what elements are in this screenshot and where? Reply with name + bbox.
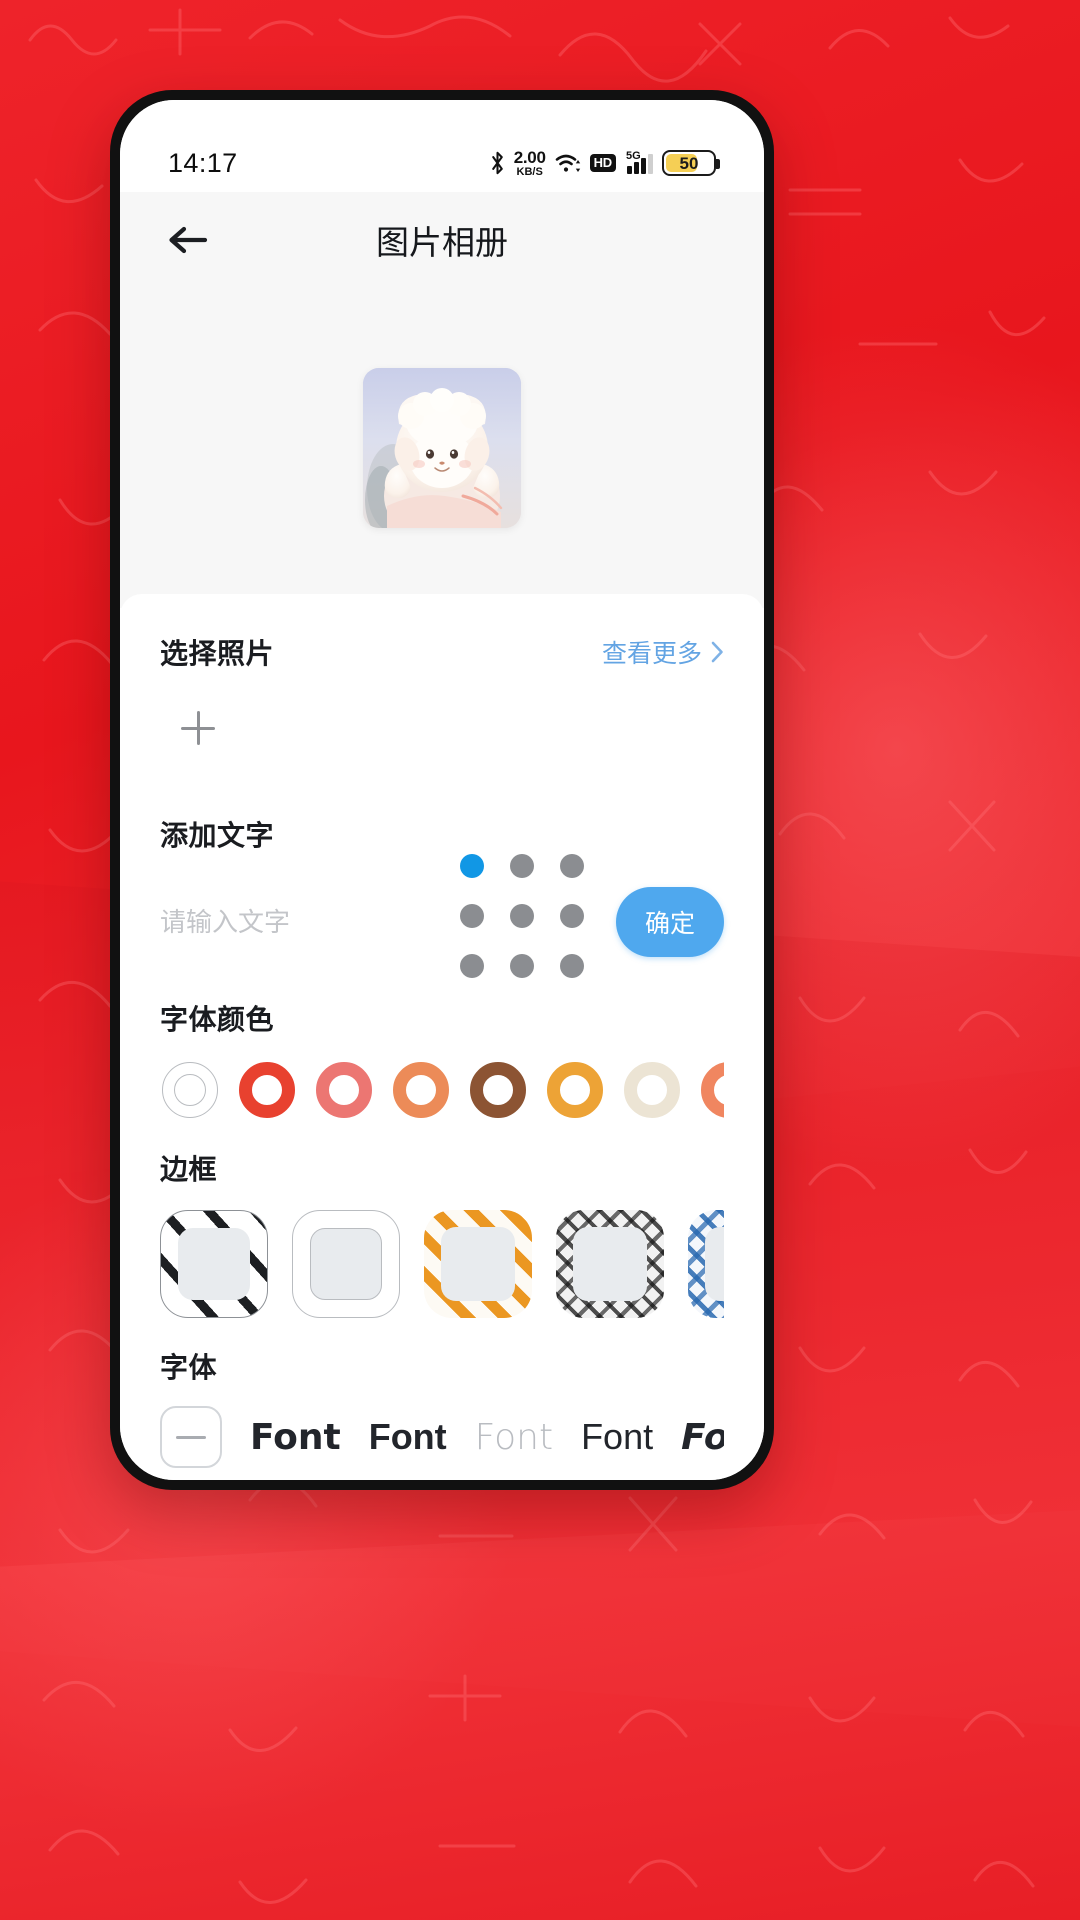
font-option-list[interactable]: Font Font Font Font Font [160,1406,724,1468]
border-option-plaid-blue[interactable] [688,1210,724,1318]
network-speed-indicator: 2.00 KB/S [514,149,546,178]
phone-screen: 14:17 2.00 KB/S HD 5G 50 图片相册 选择照片 查看更多 … [120,100,764,1480]
align-middle-left-dot[interactable] [460,904,484,928]
preview-photo[interactable] [363,368,521,528]
border-option-list[interactable] [160,1210,724,1318]
text-alignment-grid [460,854,584,978]
add-text-section: 添加文字 确定 [160,814,724,978]
color-swatch-cream[interactable] [624,1062,680,1118]
app-bar: 图片相册 [120,192,764,288]
font-option-bold[interactable]: Font [369,1416,447,1458]
status-clock: 14:17 [168,147,238,178]
color-swatch-amber[interactable] [547,1062,603,1118]
photo-section-title: 选择照片 [160,638,275,669]
lamb-plush-image [363,368,521,528]
bluetooth-icon [491,151,503,175]
color-swatch-orange[interactable] [393,1062,449,1118]
align-top-center-dot[interactable] [510,854,534,878]
font-option-none[interactable] [160,1406,222,1468]
font-option-light[interactable]: Font [475,1417,553,1458]
font-color-section: 字体颜色 [160,998,724,1118]
confirm-button[interactable]: 确定 [616,887,724,957]
font-section-title: 字体 [160,1352,218,1383]
plus-icon [181,711,215,745]
network-speed-unit: KB/S [516,165,543,178]
back-arrow-icon [169,226,208,254]
network-type-label: 5G [626,150,641,162]
hd-call-icon: HD [589,154,616,172]
border-option-stripe-black[interactable] [160,1210,268,1318]
photo-section-header: 选择照片 查看更多 [160,594,724,672]
battery-icon: 50 [662,150,720,176]
photo-picker-row [160,672,724,758]
text-input-row: 确定 [160,854,724,978]
border-section-title: 边框 [160,1154,218,1185]
border-inner-fill [705,1227,724,1301]
see-more-button[interactable]: 查看更多 [602,634,724,670]
align-bottom-right-dot[interactable] [560,954,584,978]
text-input[interactable] [160,906,460,938]
wifi-icon [555,154,580,172]
border-inner-fill [573,1227,647,1301]
battery-level-label: 50 [679,153,699,173]
page-title: 图片相册 [376,224,508,261]
border-inner-fill [310,1228,382,1300]
see-more-label: 查看更多 [601,640,702,668]
editor-content-card: 选择照片 查看更多 添加文字 请输入文字 确定 字体颜色 边框 字体 Font … [120,594,764,1480]
color-swatch-brown[interactable] [470,1062,526,1118]
color-swatch-salmon[interactable] [316,1062,372,1118]
status-bar: 14:17 2.00 KB/S HD 5G 50 [120,100,764,192]
align-bottom-left-dot[interactable] [460,954,484,978]
chevron-right-icon [711,641,723,663]
back-button[interactable] [160,212,216,268]
border-inner-fill [441,1227,515,1301]
minus-icon [176,1435,206,1439]
align-middle-center-dot[interactable] [510,904,534,928]
color-swatch-red[interactable] [239,1062,295,1118]
network-speed-value: 2.00 [513,147,546,167]
border-option-plain[interactable] [292,1210,400,1318]
align-top-right-dot[interactable] [560,854,584,878]
border-section: 边框 [160,1148,724,1318]
phone-device-frame: 14:17 2.00 KB/S HD 5G 50 图片相册 选择照片 查看更多 … [110,90,774,1490]
font-section: 字体 Font Font Font Font Font [160,1346,724,1468]
border-option-plaid-black[interactable] [556,1210,664,1318]
color-swatch-none[interactable] [162,1062,218,1118]
border-option-stripe-orange[interactable] [424,1210,532,1318]
photo-preview-area [120,288,764,608]
cellular-signal-icon: 5G [625,150,653,174]
status-icons-group: 2.00 KB/S HD 5G 50 [490,149,720,178]
color-swatch-coral[interactable] [701,1062,724,1118]
font-option-regular[interactable]: Font [581,1416,653,1458]
align-top-left-dot[interactable] [460,854,484,878]
align-bottom-center-dot[interactable] [510,954,534,978]
align-middle-right-dot[interactable] [560,904,584,928]
font-option-bold-heavy[interactable]: Font [250,1417,341,1458]
font-option-bold-italic[interactable]: Font [681,1417,724,1458]
add-text-title: 添加文字 [160,820,275,851]
add-photo-button[interactable] [168,698,228,758]
font-color-swatch-list[interactable] [160,1062,724,1118]
border-inner-fill [178,1228,250,1300]
font-color-title: 字体颜色 [160,1004,275,1035]
